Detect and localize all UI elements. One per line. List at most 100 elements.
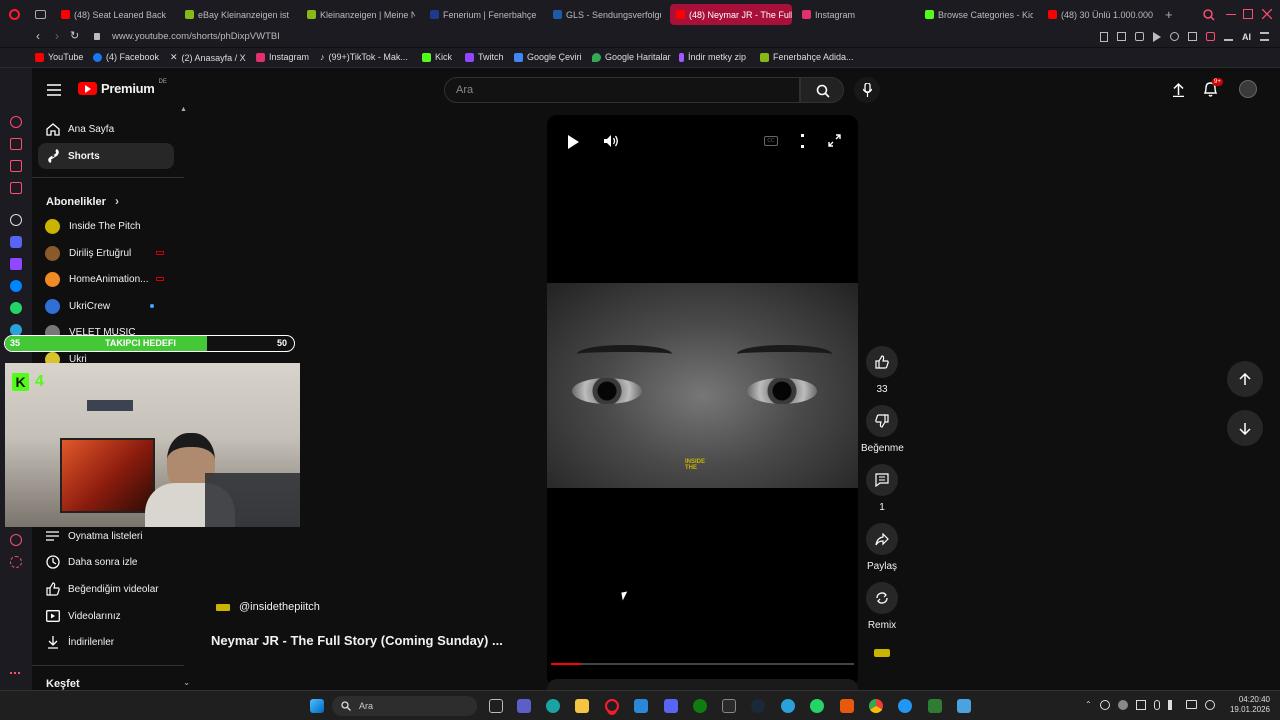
subscription-item[interactable]: UkriCrew xyxy=(38,293,174,319)
discord-icon[interactable] xyxy=(10,236,22,248)
shorts-player[interactable]: CC INSIDE THE xyxy=(547,115,858,687)
forward-button[interactable]: › xyxy=(55,29,59,43)
app-icon-green[interactable] xyxy=(928,699,942,713)
volume-icon[interactable] xyxy=(603,134,619,148)
short-channel[interactable]: @insidethepiitch xyxy=(216,601,320,613)
tab-2[interactable]: Kleinanzeigen | Meine N xyxy=(301,4,415,25)
opera-logo-icon[interactable] xyxy=(9,9,20,20)
store-icon[interactable] xyxy=(634,699,648,713)
bookmark-zip[interactable]: İndir metky zip xyxy=(679,52,746,62)
search-tabs-icon[interactable] xyxy=(1203,9,1215,21)
screenshot-icon[interactable] xyxy=(1117,32,1126,41)
back-button[interactable]: ‹ xyxy=(36,29,40,43)
steam-icon[interactable] xyxy=(751,699,765,713)
tab-4[interactable]: GLS - Sendungsverfolgu xyxy=(547,4,661,25)
bookmark-kick[interactable]: Kick xyxy=(422,52,452,62)
sidebar-item-liked-videos[interactable]: Beğendiğim videolar xyxy=(38,576,174,602)
voice-search-button[interactable] xyxy=(854,77,880,103)
comments-button[interactable]: 1 xyxy=(861,464,903,513)
shield-icon[interactable] xyxy=(1135,32,1144,41)
heart-icon[interactable] xyxy=(1170,32,1179,41)
bookmark-google-translate[interactable]: Google Çeviri xyxy=(514,52,582,62)
taskbar-search[interactable]: Ara xyxy=(332,696,477,716)
bookmark-instagram[interactable]: Instagram xyxy=(256,52,309,62)
sidebar-item-watch-later[interactable]: Daha sonra izle xyxy=(38,549,174,575)
speaker-icon[interactable] xyxy=(1167,700,1178,710)
share-button[interactable]: Paylaş xyxy=(861,523,903,572)
page-action-icons[interactable]: AI xyxy=(1100,32,1269,42)
minimize-button[interactable] xyxy=(1226,14,1236,15)
file-explorer-icon[interactable] xyxy=(575,699,589,713)
remix-button[interactable]: Remix xyxy=(861,582,903,631)
bookmark-icon[interactable] xyxy=(1100,32,1108,42)
subscription-item[interactable]: Diriliş Ertuğrul xyxy=(38,240,174,266)
snapshot-icon[interactable] xyxy=(10,138,22,150)
download-icon[interactable] xyxy=(1224,32,1233,41)
wallet-icon[interactable] xyxy=(1206,32,1215,41)
short-title[interactable]: Neymar JR - The Full Story (Coming Sunda… xyxy=(211,633,503,648)
sidebar-item-downloads[interactable]: İndirilenler xyxy=(38,629,174,655)
snapshot-icon[interactable] xyxy=(1188,32,1197,41)
sidebar-item-shorts[interactable]: Shorts xyxy=(38,143,174,169)
reload-icon[interactable]: ↻ xyxy=(70,29,79,42)
whatsapp-icon[interactable] xyxy=(10,302,22,314)
tab-6[interactable]: Instagram xyxy=(796,4,910,25)
bookmark-youtube[interactable]: YouTube xyxy=(35,52,83,62)
upload-icon[interactable] xyxy=(1172,82,1185,97)
explore-heading[interactable]: Keşfet ⌄ xyxy=(46,678,190,690)
xbox-icon[interactable] xyxy=(693,699,707,713)
subscriptions-heading[interactable]: Abonelikler › xyxy=(46,194,119,208)
subscription-item[interactable]: Inside The Pitch xyxy=(38,213,174,239)
tray-app-icon[interactable] xyxy=(1135,700,1146,710)
chevron-up-icon[interactable]: ⌃ xyxy=(1085,700,1092,710)
start-button[interactable] xyxy=(310,699,324,713)
more-options-icon[interactable] xyxy=(801,134,804,148)
tab-0[interactable]: (48) Seat Leaned Back P xyxy=(55,4,167,25)
bookmark-tiktok[interactable]: ♪ (99+)TikTok - Mak... xyxy=(320,52,408,62)
tab-5-active[interactable]: (48) Neymar JR - The Full xyxy=(670,4,792,25)
like-button[interactable]: 33 xyxy=(861,346,903,395)
close-window-icon[interactable] xyxy=(1262,9,1272,19)
edge-icon[interactable] xyxy=(546,699,560,713)
chatgpt-icon[interactable] xyxy=(10,214,22,226)
bookmark-google-maps[interactable]: Google Haritalar xyxy=(592,52,671,62)
discord-icon[interactable] xyxy=(664,699,678,713)
telegram-icon[interactable] xyxy=(781,699,795,713)
search-input[interactable]: Ara xyxy=(444,77,800,103)
sound-thumbnail[interactable] xyxy=(874,649,890,657)
twitch-icon[interactable] xyxy=(10,258,22,270)
tab-islands-icon[interactable] xyxy=(35,10,46,19)
app-icon-orange[interactable] xyxy=(840,699,854,713)
search-button[interactable] xyxy=(800,77,844,103)
tray-app-icon[interactable] xyxy=(1117,700,1128,710)
clock[interactable]: 04:20:40 19.01.2026 xyxy=(1226,695,1270,715)
sidebar-scroll-up[interactable]: ▲ xyxy=(180,106,187,113)
tab-3[interactable]: Fenerium | Fenerbahçe 2 xyxy=(424,4,538,25)
sidebar-item-your-videos[interactable]: Videolarınız xyxy=(38,603,174,629)
account-avatar[interactable] xyxy=(1239,80,1257,98)
captions-icon[interactable]: CC xyxy=(764,136,778,146)
next-short-button[interactable] xyxy=(1227,410,1263,446)
new-tab-button[interactable]: + xyxy=(1165,7,1173,22)
youtube-logo[interactable]: Premium DE xyxy=(78,79,167,96)
more-icon[interactable] xyxy=(10,672,20,674)
tray-app-icon[interactable] xyxy=(1099,700,1110,710)
teams-icon[interactable] xyxy=(517,699,531,713)
maximize-button[interactable] xyxy=(1243,9,1253,19)
app-icon-blue[interactable] xyxy=(898,699,912,713)
fullscreen-icon[interactable] xyxy=(828,134,841,147)
dislike-button[interactable]: Beğenme xyxy=(861,405,904,454)
player-icon[interactable] xyxy=(10,182,22,194)
tab-1[interactable]: eBay Kleinanzeigen ist je xyxy=(179,4,291,25)
previous-short-button[interactable] xyxy=(1227,361,1263,397)
gear-icon[interactable] xyxy=(10,556,22,568)
sidebar-item-home[interactable]: Ana Sayfa xyxy=(38,116,174,142)
battery-icon[interactable] xyxy=(1204,700,1215,710)
task-view-icon[interactable] xyxy=(489,699,503,713)
wallet-icon[interactable] xyxy=(10,160,22,172)
notepad-icon[interactable] xyxy=(957,699,971,713)
progress-bar[interactable] xyxy=(551,663,854,665)
aria-ai-button[interactable]: AI xyxy=(1242,32,1251,42)
history-icon[interactable] xyxy=(10,116,22,128)
subscription-item[interactable]: HomeAnimation... xyxy=(38,266,174,292)
